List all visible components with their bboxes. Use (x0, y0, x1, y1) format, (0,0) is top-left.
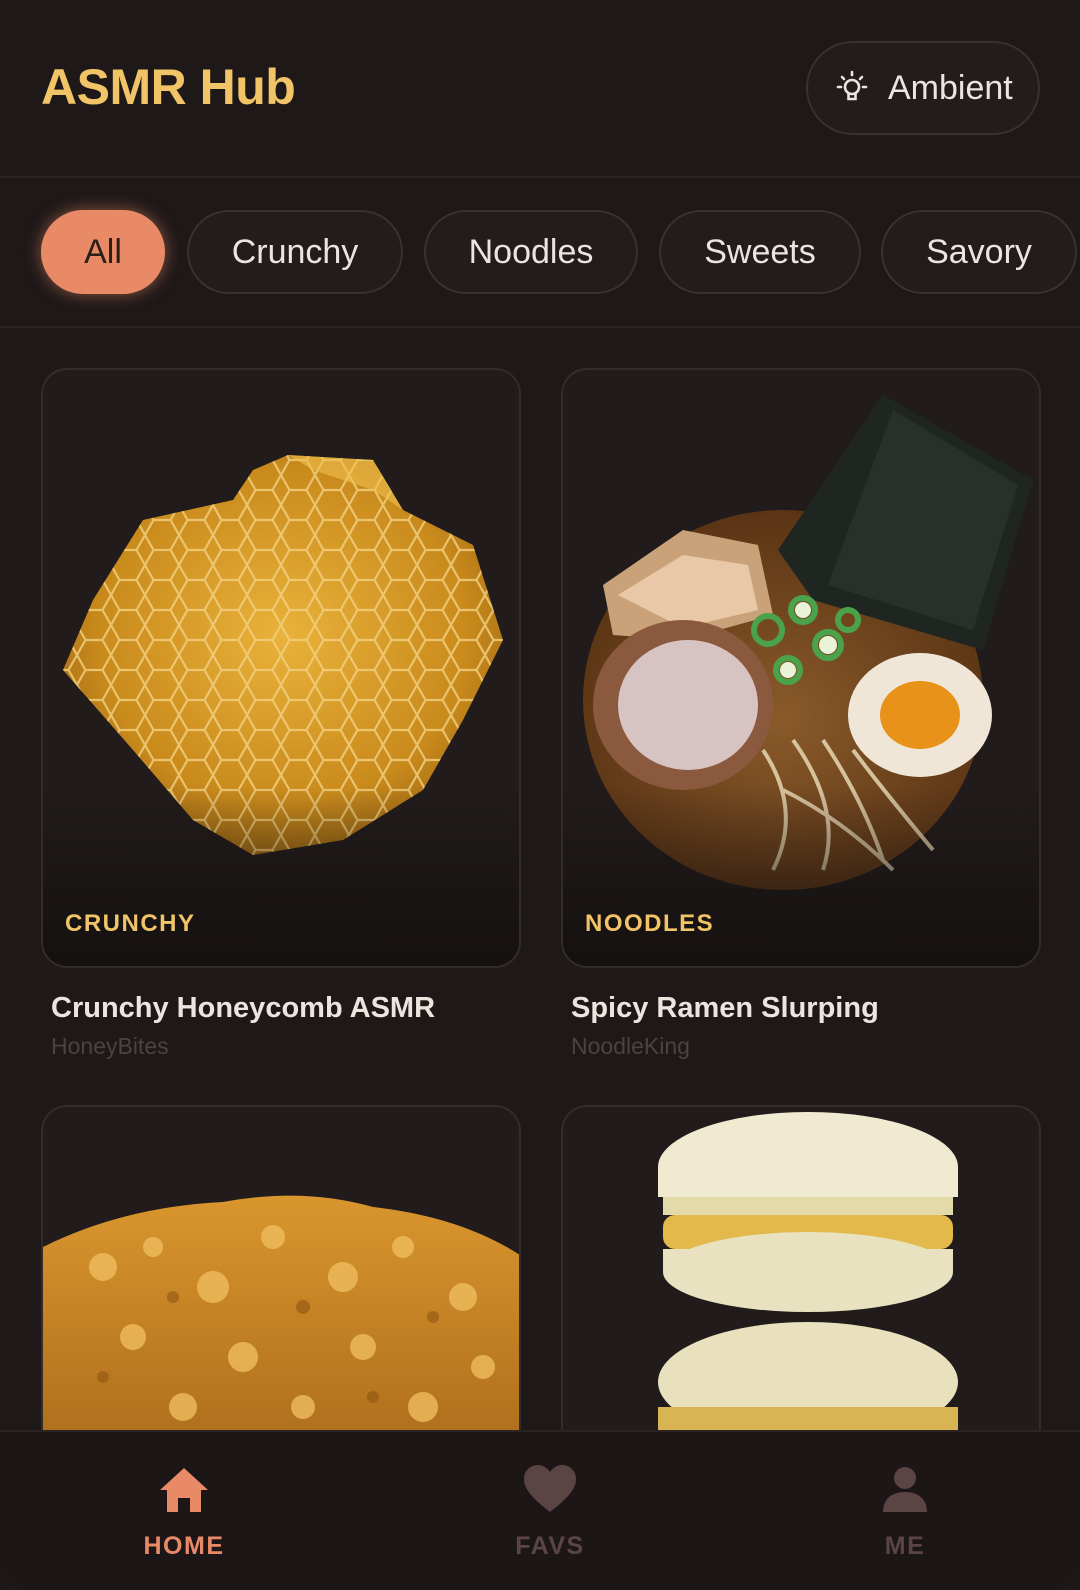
video-card[interactable] (561, 1105, 1041, 1435)
nav-me-label: ME (884, 1532, 926, 1560)
header: ASMR Hub Ambient (0, 0, 1080, 178)
ambient-label: Ambient (888, 68, 1013, 107)
thumbnail-shade (43, 786, 519, 966)
ambient-button[interactable]: Ambient (806, 41, 1040, 135)
thumbnail-shade (563, 786, 1039, 966)
fried-chicken-image (43, 1195, 519, 1435)
card-thumbnail[interactable]: NOODLES (561, 368, 1041, 968)
filter-chip-crunchy[interactable]: Crunchy (187, 210, 403, 294)
filter-chip-bar: All Crunchy Noodles Sweets Savory (0, 178, 1080, 328)
video-card[interactable] (41, 1105, 521, 1435)
card-category-tag: NOODLES (585, 910, 715, 937)
filter-chip-all[interactable]: All (41, 210, 165, 294)
card-category-tag: CRUNCHY (65, 910, 196, 937)
nav-home[interactable]: HOME (84, 1432, 284, 1590)
nav-favs-label: FAVS (515, 1532, 585, 1560)
nav-me[interactable]: ME (805, 1432, 1005, 1590)
nav-home-label: HOME (143, 1532, 225, 1560)
nav-favs[interactable]: FAVS (450, 1432, 650, 1590)
lightbulb-icon (836, 70, 868, 101)
bottom-nav: HOME FAVS ME (0, 1430, 1080, 1590)
card-thumbnail[interactable] (41, 1105, 521, 1435)
app-title: ASMR Hub (41, 59, 296, 115)
macarons-image (658, 1112, 958, 1435)
filter-chip-savory[interactable]: Savory (881, 210, 1077, 294)
heart-icon (524, 1465, 576, 1512)
card-thumbnail[interactable] (561, 1105, 1041, 1435)
video-card[interactable]: CRUNCHY Crunchy Honeycomb ASMR HoneyBite… (41, 368, 521, 1060)
card-title[interactable]: Crunchy Honeycomb ASMR (51, 992, 521, 1025)
person-icon (883, 1467, 927, 1512)
card-author[interactable]: HoneyBites (51, 1033, 521, 1060)
card-thumbnail[interactable]: CRUNCHY (41, 368, 521, 968)
card-author[interactable]: NoodleKing (571, 1033, 1041, 1060)
home-icon (160, 1468, 208, 1512)
video-card[interactable]: NOODLES Spicy Ramen Slurping NoodleKing (561, 368, 1041, 1060)
app-root: ASMR Hub Ambient All Crunchy Noodles Swe… (0, 0, 1080, 1590)
filter-chip-sweets[interactable]: Sweets (659, 210, 861, 294)
card-title[interactable]: Spicy Ramen Slurping (571, 992, 1041, 1025)
filter-chip-noodles[interactable]: Noodles (424, 210, 638, 294)
